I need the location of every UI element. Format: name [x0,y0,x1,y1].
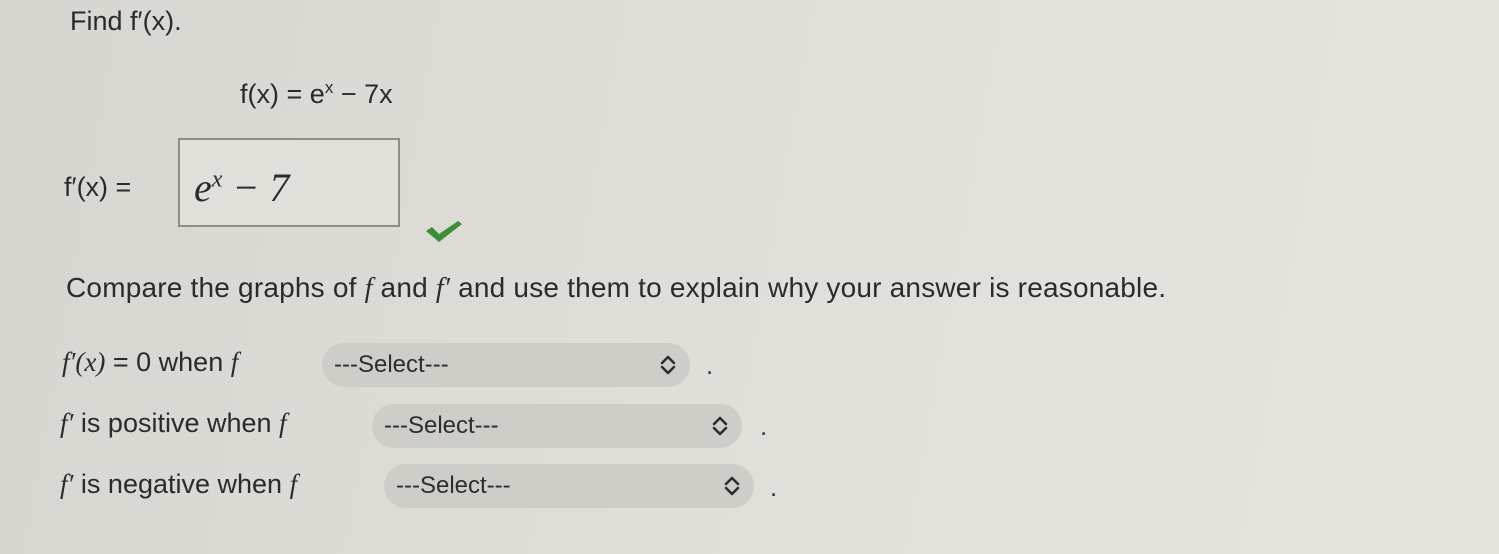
function-lhs: f(x) [240,79,279,109]
answer-exponent: x [211,166,223,193]
prompt-title: Find f′(x). [70,6,182,36]
up-down-chevron-icon [660,355,676,375]
compare-text-after: and use them to explain why your answer … [450,272,1167,303]
select-value: ---Select--- [396,472,511,499]
row-label-f: f [279,408,287,438]
row-label-text: is positive when [73,408,280,438]
select-value: ---Select--- [334,351,449,378]
row-label-math: f′ [60,408,74,438]
row-label-math: f′ [60,469,74,499]
compare-text-and: and [372,272,436,303]
positive-condition-period: . [760,411,768,441]
checkmark-icon [426,221,462,242]
row-label-text: is negative when [73,469,290,499]
zero-condition-period: . [706,350,714,380]
answer-label: f′(x) = [64,172,132,202]
negative-condition-period: . [770,472,778,502]
row-label-f: f [230,347,239,377]
compare-f-prime: f′ [435,273,451,304]
function-equals: = [286,79,303,109]
answer-base: e [194,165,212,210]
compare-f: f [364,273,373,304]
row-label-f: f [289,469,298,499]
row-label-math: f′(x) [62,347,106,377]
row-label-text: = 0 when [105,347,231,377]
up-down-chevron-icon [712,416,728,436]
compare-text-before: Compare the graphs of [66,272,365,303]
up-down-chevron-icon [724,476,740,496]
zero-condition-select[interactable]: ---Select--- [322,343,690,387]
positive-condition-label: f′ is positive when f [60,408,287,439]
compare-prompt: Compare the graphs of f and f′ and use t… [66,272,1166,305]
function-definition: f(x) = ex − 7x [240,78,393,110]
function-tail: − 7x [340,79,393,109]
select-value: ---Select--- [384,412,499,439]
function-exponent: x [324,78,334,97]
answer-tail: − 7 [222,165,290,210]
zero-condition-label: f′(x) = 0 when f [62,347,238,378]
positive-condition-select[interactable]: ---Select--- [372,404,742,448]
negative-condition-select[interactable]: ---Select--- [384,464,754,508]
function-base: e [309,79,325,109]
negative-condition-label: f′ is negative when f [60,469,297,500]
answer-value: ex − 7 [194,164,289,211]
